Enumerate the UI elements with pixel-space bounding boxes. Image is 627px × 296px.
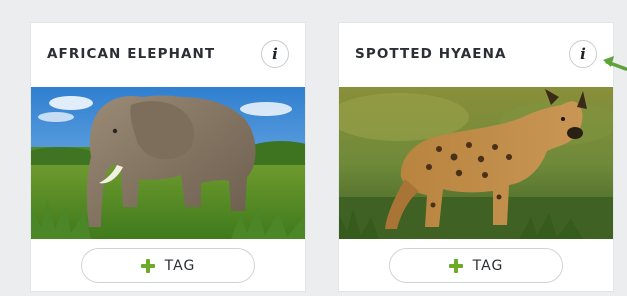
plus-icon	[140, 258, 155, 273]
info-icon: i	[580, 44, 586, 63]
species-card-grid: AFRICAN ELEPHANT i TAG SPOTTED HYAENA i …	[0, 0, 627, 296]
species-card-african-elephant: AFRICAN ELEPHANT i TAG	[30, 22, 306, 292]
info-icon: i	[272, 44, 278, 63]
species-card-spotted-hyaena: SPOTTED HYAENA i TAG	[338, 22, 614, 292]
card-title: AFRICAN ELEPHANT	[47, 46, 216, 62]
hyaena-image	[339, 87, 613, 239]
card-header: AFRICAN ELEPHANT i	[31, 23, 305, 87]
tag-button-label: TAG	[164, 257, 196, 274]
info-button[interactable]: i	[261, 40, 289, 68]
tag-button[interactable]: TAG	[81, 248, 255, 283]
card-header: SPOTTED HYAENA i	[339, 23, 613, 87]
species-photo-spotted-hyaena	[339, 87, 613, 239]
tag-button-label: TAG	[472, 257, 504, 274]
tag-button[interactable]: TAG	[389, 248, 563, 283]
arrow-pointer-icon	[603, 56, 627, 71]
info-button[interactable]: i	[569, 40, 597, 68]
plus-icon	[448, 258, 463, 273]
species-photo-african-elephant	[31, 87, 305, 239]
card-title: SPOTTED HYAENA	[355, 46, 507, 62]
elephant-image	[31, 87, 305, 239]
